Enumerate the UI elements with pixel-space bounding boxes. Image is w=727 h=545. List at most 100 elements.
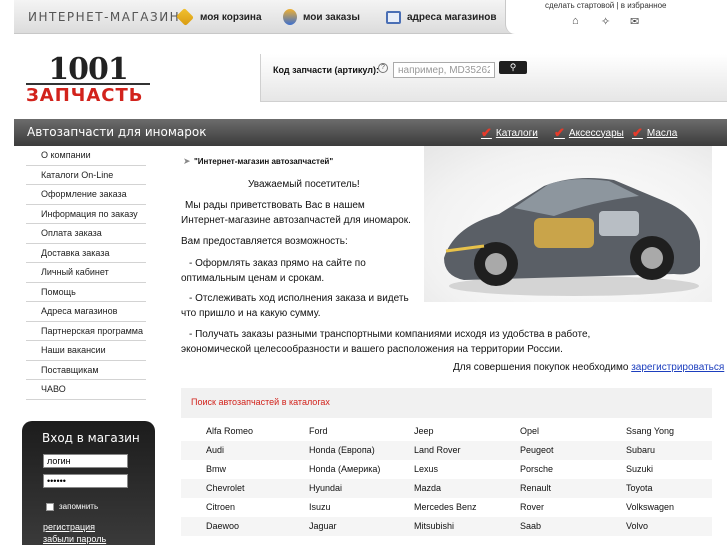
brand-link[interactable]: Ford [309,426,328,436]
home-icon[interactable]: ⌂ [572,15,579,27]
intro-title: "Интернет-магазин автозапчастей" [194,157,334,166]
brand-link[interactable]: Hyundai [309,483,342,493]
part-number-input[interactable] [393,62,495,78]
sidebar-item-payment[interactable]: Оплата заказа [26,224,146,244]
sidebar-item-vacancies[interactable]: Наши вакансии [26,341,146,361]
nav-link-label: Масла [646,127,678,139]
stores-icon [386,10,401,24]
brand-row: Bmw Honda (Америка) Lexus Porsche Suzuki [181,460,712,479]
brand-link[interactable]: Ssang Yong [626,426,674,436]
brand-row: Citroen Isuzu Mercedes Benz Rover Volkswagen [181,498,712,517]
opportunity-order: - Оформлять заказ прямо на сайте по опти… [181,258,366,284]
login-input[interactable] [43,454,128,468]
brand-link[interactable]: Toyota [626,483,653,493]
help-icon[interactable]: ? [378,63,388,73]
remember-checkbox[interactable] [46,503,54,511]
welcome-paragraph: Мы рады приветствовать Вас в нашем Интер… [181,200,411,226]
brand-row: Daewoo Jaguar Mitsubishi Saab Volvo [181,517,712,536]
brand-link[interactable]: Isuzu [309,502,331,512]
brand-link[interactable]: Mercedes Benz [414,502,477,512]
search-icon: ⚲ [509,62,517,72]
brand-link[interactable]: Peugeot [520,445,554,455]
brand-link[interactable]: Chevrolet [206,483,245,493]
check-icon: ✔ [632,125,643,140]
cart-link[interactable]: моя корзина [175,7,262,27]
shop-title: ИНТЕРНЕТ-МАГАЗИН [28,10,181,24]
brand-link[interactable]: Volkswagen [626,502,674,512]
mail-icon[interactable]: ✉ [630,15,639,28]
stores-link[interactable]: адреса магазинов [386,7,497,27]
brand-link[interactable]: Audi [206,445,224,455]
nav-link-accessories[interactable]: ✔ Аксессуары [554,125,624,141]
remember-label: запомнить [59,502,99,511]
brand-link[interactable]: Jeep [414,426,434,436]
brand-row: Chevrolet Hyundai Mazda Renault Toyota [181,479,712,498]
cart-label: моя корзина [200,11,262,23]
opportunity-delivery: - Получать заказы разными транспортными … [181,329,591,355]
brand-row: Audi Honda (Европа) Land Rover Peugeot Subar… [181,441,712,460]
sidebar-item-ordering[interactable]: Оформление заказа [26,185,146,205]
nav-link-label: Каталоги [495,127,538,139]
search-button[interactable]: ⚲ [499,61,527,74]
brand-link[interactable]: Alfa Romeo [206,426,253,436]
sidebar-item-suppliers[interactable]: Поставщикам [26,360,146,380]
register-link[interactable]: регистрация [43,522,95,532]
orders-label: мои заказы [303,11,360,23]
forgot-password-link[interactable]: забыли пароль [43,534,106,544]
opportunities-heading: Вам предоставляется возможность: [181,236,348,247]
catalog-title: Поиск автозапчастей в каталогах [191,397,330,407]
login-title: Вход в магазин [42,431,140,445]
sidebar-item-partner[interactable]: Партнерская программа [26,321,146,341]
sidebar-item-faq[interactable]: ЧАВО [26,380,146,400]
brand-link[interactable]: Saab [520,521,541,531]
sidebar-menu: О компании Каталоги On-Line Оформление з… [26,146,146,400]
brand-link[interactable]: Honda (Америка) [309,464,380,474]
car-illustration [444,178,700,296]
logo-word: ЗАПЧАСТЬ [26,85,144,106]
homepage-favorites-links[interactable]: сделать стартовой | в избранное [545,1,667,10]
brand-link[interactable]: Porsche [520,464,553,474]
sidebar-item-order-info[interactable]: Информация по заказу [26,204,146,224]
sidebar-item-catalogs-online[interactable]: Каталоги On-Line [26,165,146,185]
brand-link[interactable]: Honda (Европа) [309,445,375,455]
brand-link[interactable]: Mazda [414,483,441,493]
sidebar-item-help[interactable]: Помощь [26,282,146,302]
check-icon: ✔ [481,125,492,140]
brand-link[interactable]: Opel [520,426,539,436]
arrow-icon: ➤ [183,156,191,166]
nav-link-catalogs[interactable]: ✔ Каталоги [481,125,538,141]
orders-link[interactable]: мои заказы [283,7,360,27]
car-cutaway-image [424,146,712,302]
brand-row: Alfa Romeo Ford Jeep Opel Ssang Yong [181,422,712,441]
password-input[interactable] [43,474,128,488]
brand-link[interactable]: Renault [520,483,551,493]
sidebar-item-store-addresses[interactable]: Адреса магазинов [26,302,146,322]
logo-number: 1001 [48,52,129,87]
register-now-link[interactable]: зарегистрироваться [631,362,724,373]
sidebar-item-account[interactable]: Личный кабинет [26,263,146,283]
brand-link[interactable]: Bmw [206,464,226,474]
nav-title: Автозапчасти для иномарок [27,125,207,139]
brand-link[interactable]: Rover [520,502,544,512]
site-logo[interactable]: 1001 ЗАПЧАСТЬ [26,52,150,106]
sidebar-item-delivery[interactable]: Доставка заказа [26,243,146,263]
nav-link-label: Аксессуары [568,127,624,139]
cart-icon [175,7,195,27]
brand-link[interactable]: Daewoo [206,521,239,531]
brand-link[interactable]: Lexus [414,464,438,474]
brand-link[interactable]: Mitsubishi [414,521,454,531]
nav-link-oils[interactable]: ✔ Масла [632,125,677,141]
sitemap-icon[interactable]: ✧ [601,15,610,28]
brand-link[interactable]: Suzuki [626,464,653,474]
orders-icon [283,9,297,25]
brand-link[interactable]: Subaru [626,445,655,455]
brand-link[interactable]: Volvo [626,521,648,531]
opportunity-track: - Отслеживать ход исполнения заказа и ви… [181,293,409,319]
brand-link[interactable]: Land Rover [414,445,461,455]
check-icon: ✔ [554,125,565,140]
brand-link[interactable]: Jaguar [309,521,337,531]
brand-link[interactable]: Citroen [206,502,235,512]
register-prefix: Для совершения покупок необходимо [453,362,629,373]
greeting: Уважаемый посетитель! [248,179,360,190]
sidebar-item-about[interactable]: О компании [26,146,146,166]
